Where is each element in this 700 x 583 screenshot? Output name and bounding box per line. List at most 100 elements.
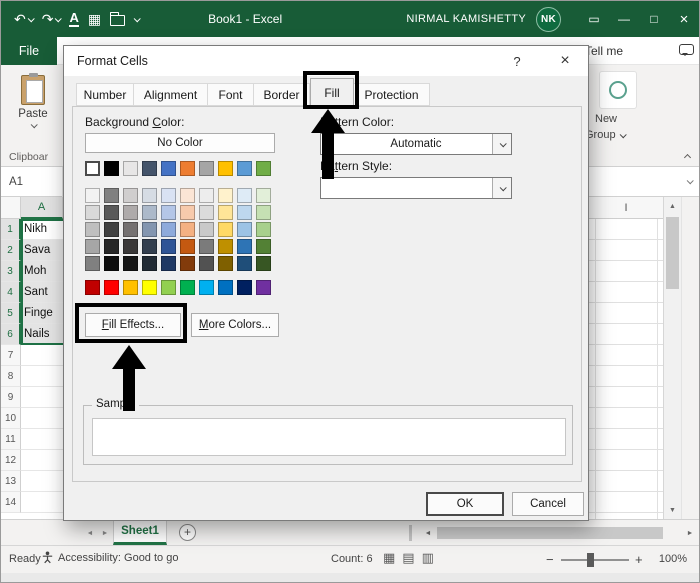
maximize-button[interactable]: □ — [639, 1, 669, 37]
row-header-7[interactable]: 7 — [1, 345, 21, 366]
sheet-tab-sheet1[interactable]: Sheet1 — [113, 520, 167, 545]
color-swatch[interactable] — [142, 256, 157, 271]
color-swatch[interactable] — [161, 188, 176, 203]
sheet-nav-right-icon[interactable]: ► — [98, 520, 112, 546]
color-swatch[interactable] — [218, 239, 233, 254]
color-swatch[interactable] — [123, 188, 138, 203]
close-button[interactable]: × — [669, 1, 699, 37]
paste-button[interactable]: Paste — [9, 71, 57, 147]
color-swatch[interactable] — [142, 280, 157, 295]
color-swatch[interactable] — [161, 205, 176, 220]
cell-A4[interactable]: Sant — [21, 282, 63, 303]
color-swatch[interactable] — [199, 161, 214, 176]
name-box[interactable]: A1 — [1, 167, 63, 197]
color-swatch[interactable] — [180, 205, 195, 220]
dialog-tab-fill[interactable]: Fill — [310, 78, 354, 107]
scroll-down-icon[interactable]: ▼ — [664, 501, 681, 519]
pattern-color-dropdown[interactable]: Automatic — [320, 133, 512, 155]
zoom-out-button[interactable]: − — [546, 552, 554, 567]
page-break-view-icon[interactable]: ▥ — [422, 550, 434, 566]
color-swatch[interactable] — [256, 188, 271, 203]
cell-A9[interactable] — [21, 387, 63, 408]
custom-group-label-line2[interactable]: Group — [585, 129, 625, 141]
color-swatch[interactable] — [161, 161, 176, 176]
row-header-6[interactable]: 6 — [1, 324, 21, 345]
horizontal-scrollbar[interactable] — [435, 520, 681, 546]
normal-view-icon[interactable]: ▦ — [383, 550, 395, 566]
row-header-8[interactable]: 8 — [1, 366, 21, 387]
cancel-button[interactable]: Cancel — [512, 492, 584, 516]
ribbon-display-options-button[interactable]: ▭ — [579, 1, 609, 37]
cell-A6[interactable]: Nails — [21, 324, 63, 345]
pattern-style-dropdown-icon[interactable] — [492, 178, 511, 198]
cell-A3[interactable]: Moh — [21, 261, 63, 282]
scroll-left-icon[interactable]: ◄ — [421, 520, 435, 546]
color-swatch[interactable] — [85, 280, 100, 295]
undo-button[interactable]: ↶ — [11, 10, 36, 29]
borders-grid-button[interactable]: ▦ — [85, 10, 104, 29]
color-swatch[interactable] — [180, 188, 195, 203]
dialog-help-button[interactable]: ? — [497, 46, 537, 76]
row-header-9[interactable]: 9 — [1, 387, 21, 408]
color-swatch[interactable] — [123, 161, 138, 176]
color-swatch[interactable] — [85, 161, 100, 176]
row-header-12[interactable]: 12 — [1, 450, 21, 471]
vertical-scrollbar[interactable]: ▲ ▼ — [663, 197, 681, 519]
column-header-i[interactable]: I — [589, 197, 663, 219]
color-swatch[interactable] — [218, 205, 233, 220]
color-swatch[interactable] — [237, 222, 252, 237]
color-swatch[interactable] — [256, 239, 271, 254]
color-swatch[interactable] — [256, 280, 271, 295]
select-all-corner[interactable] — [1, 197, 21, 219]
color-swatch[interactable] — [237, 161, 252, 176]
color-swatch[interactable] — [123, 222, 138, 237]
row-header-2[interactable]: 2 — [1, 240, 21, 261]
color-swatch[interactable] — [199, 222, 214, 237]
color-swatch[interactable] — [218, 280, 233, 295]
color-swatch[interactable] — [218, 222, 233, 237]
color-swatch[interactable] — [199, 280, 214, 295]
color-swatch[interactable] — [237, 205, 252, 220]
dialog-tab-font[interactable]: Font — [208, 83, 254, 106]
color-swatch[interactable] — [161, 280, 176, 295]
color-swatch[interactable] — [180, 222, 195, 237]
color-swatch[interactable] — [104, 161, 119, 176]
color-swatch[interactable] — [142, 239, 157, 254]
no-color-button[interactable]: No Color — [85, 133, 275, 153]
file-tab[interactable]: File — [1, 37, 57, 65]
color-swatch[interactable] — [199, 188, 214, 203]
color-swatch[interactable] — [85, 205, 100, 220]
redo-dropdown-icon[interactable] — [55, 15, 62, 22]
color-swatch[interactable] — [161, 222, 176, 237]
color-swatch[interactable] — [237, 188, 252, 203]
cell-A5[interactable]: Finge — [21, 303, 63, 324]
color-swatch[interactable] — [85, 222, 100, 237]
scroll-right-icon[interactable]: ► — [683, 520, 697, 546]
row-header-4[interactable]: 4 — [1, 282, 21, 303]
color-swatch[interactable] — [161, 239, 176, 254]
color-swatch[interactable] — [161, 256, 176, 271]
zoom-level[interactable]: 100% — [659, 553, 687, 565]
color-swatch[interactable] — [104, 256, 119, 271]
undo-dropdown-icon[interactable] — [27, 15, 34, 22]
color-swatch[interactable] — [256, 205, 271, 220]
color-swatch[interactable] — [237, 256, 252, 271]
color-swatch[interactable] — [85, 188, 100, 203]
row-header-3[interactable]: 3 — [1, 261, 21, 282]
underline-button[interactable]: A — [66, 10, 81, 28]
zoom-slider-track[interactable] — [561, 559, 629, 561]
color-swatch[interactable] — [123, 239, 138, 254]
cell-A1[interactable]: Nikh — [21, 219, 63, 240]
row-header-5[interactable]: 5 — [1, 303, 21, 324]
scroll-up-icon[interactable]: ▲ — [664, 197, 681, 215]
cell-A11[interactable] — [21, 429, 63, 450]
column-header-a[interactable]: A — [21, 197, 63, 219]
color-swatch[interactable] — [180, 280, 195, 295]
pattern-color-dropdown-icon[interactable] — [492, 134, 511, 154]
dialog-tab-protection[interactable]: Protection — [354, 83, 430, 106]
redo-button[interactable]: ↷ — [39, 10, 64, 29]
row-header-10[interactable]: 10 — [1, 408, 21, 429]
cell-A8[interactable] — [21, 366, 63, 387]
comments-icon[interactable] — [679, 44, 694, 55]
add-sheet-button[interactable]: + — [179, 524, 196, 541]
